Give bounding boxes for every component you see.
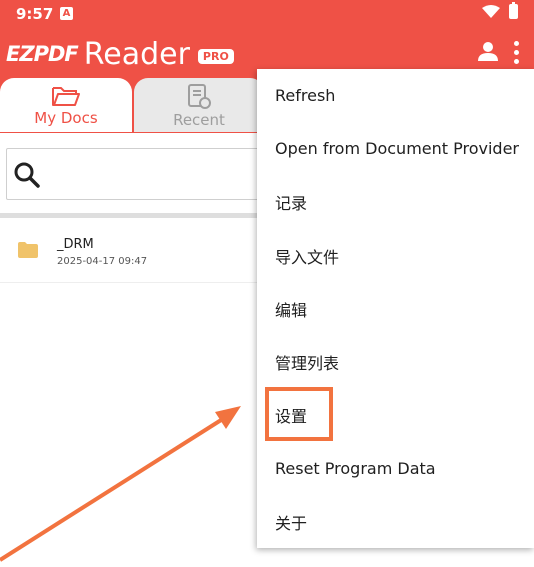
- annotation-arrow: [0, 406, 241, 562]
